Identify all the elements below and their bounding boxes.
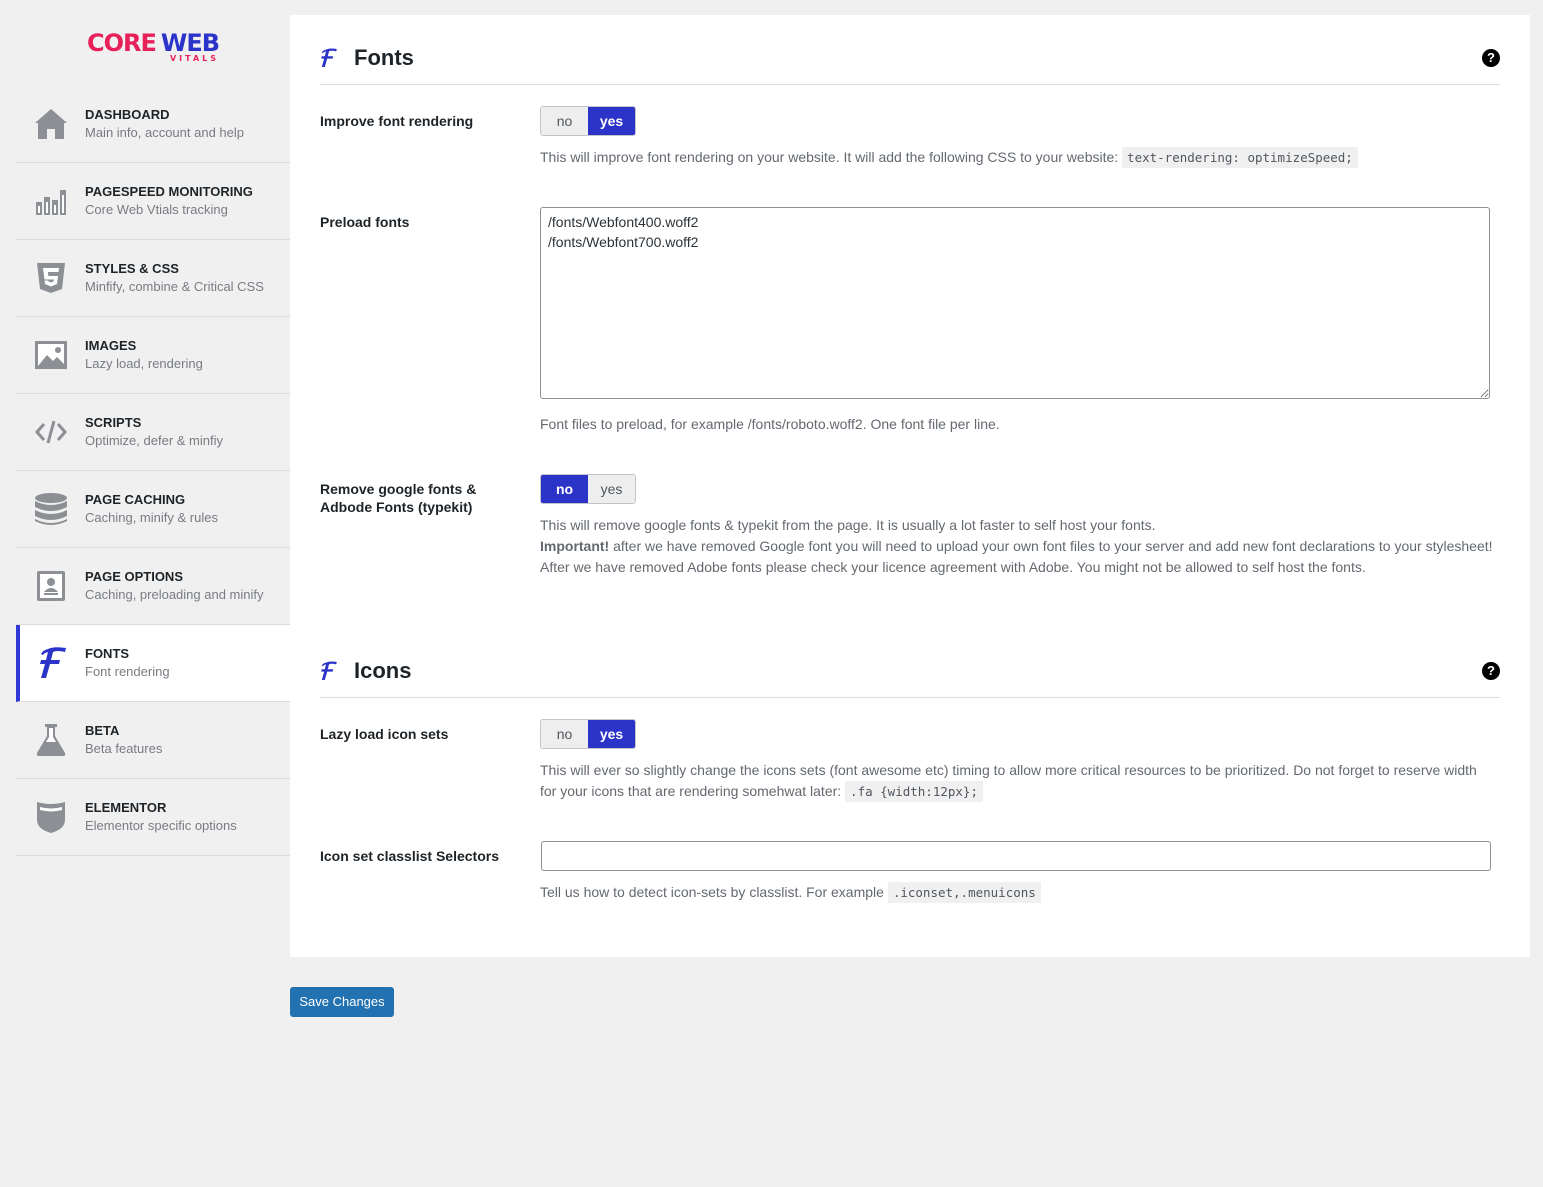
important-label: Important! — [540, 538, 610, 554]
database-icon — [16, 471, 85, 548]
image-icon — [16, 317, 85, 394]
toggle-yes-option[interactable]: yes — [588, 107, 635, 135]
remove-google-fonts-toggle[interactable]: no yes — [540, 474, 636, 504]
logo-sub-text: VITALS — [169, 54, 220, 63]
preload-fonts-textarea[interactable] — [540, 207, 1490, 399]
sidebar-item-elementor[interactable]: ELEMENTOR Elementor specific options — [16, 779, 290, 856]
page-options-icon — [16, 548, 85, 625]
remove-google-fonts-description: This will remove google fonts & typekit … — [540, 515, 1500, 578]
icons-section-header: Icons ? — [320, 644, 1500, 698]
logo-web-text: WEB — [160, 29, 220, 57]
font-icon — [320, 47, 344, 69]
toggle-yes-option[interactable]: yes — [588, 720, 635, 748]
sidebar-item-title: PAGESPEED MONITORING — [85, 184, 253, 199]
toggle-no-option[interactable]: no — [541, 475, 588, 503]
code-snippet: .iconset,.menuicons — [887, 882, 1041, 903]
sidebar-item-subtitle: Caching, preloading and minify — [85, 587, 264, 602]
logo[interactable]: CORE WEB VITALS — [16, 16, 290, 86]
sidebar-item-subtitle: Lazy load, rendering — [85, 356, 203, 371]
sidebar-item-title: PAGE CACHING — [85, 492, 186, 507]
sidebar-item-title: ELEMENTOR — [85, 800, 167, 815]
sidebar-item-dashboard[interactable]: DASHBOARD Main info, account and help — [16, 86, 290, 163]
lazy-load-icons-toggle[interactable]: no yes — [540, 719, 636, 749]
toggle-no-option[interactable]: no — [541, 720, 588, 748]
flask-icon — [16, 702, 85, 779]
logo-core-text: CORE — [86, 29, 157, 57]
sidebar-item-title: SCRIPTS — [85, 415, 142, 430]
sidebar-item-subtitle: Font rendering — [85, 664, 170, 679]
fonts-section-header: Fonts ? — [320, 31, 1500, 85]
icon-selectors-description: Tell us how to detect icon-sets by class… — [540, 882, 1041, 903]
font-icon — [20, 625, 85, 702]
description-line: After we have removed Adobe fonts please… — [540, 559, 1366, 575]
description-line: after we have removed Google font you wi… — [609, 538, 1493, 554]
sidebar-item-pagespeed[interactable]: PAGESPEED MONITORING Core Web Vtials trac… — [16, 163, 290, 240]
description-line: This will remove google fonts & typekit … — [540, 517, 1156, 533]
lazy-load-icons-label: Lazy load icon sets — [320, 726, 449, 742]
home-icon — [16, 86, 85, 163]
sidebar: CORE WEB VITALS DASHBOARD Main info, accou… — [16, 16, 290, 856]
bar-chart-icon — [16, 163, 85, 240]
code-snippet: .fa {width:12px}; — [845, 781, 983, 802]
toggle-yes-option[interactable]: yes — [588, 475, 635, 503]
sidebar-item-styles-css[interactable]: STYLES & CSS Minfify, combine & Critical … — [16, 240, 290, 317]
section-title: Icons — [354, 657, 412, 683]
sidebar-item-subtitle: Minfify, combine & Critical CSS — [85, 279, 264, 294]
sidebar-item-subtitle: Core Web Vtials tracking — [85, 202, 228, 217]
sidebar-item-title: FONTS — [85, 646, 130, 661]
css3-icon — [16, 240, 85, 317]
sidebar-item-fonts[interactable]: FONTS Font rendering — [16, 625, 290, 702]
remove-google-fonts-label: Remove google fonts & Adbode Fonts (type… — [320, 481, 477, 515]
improve-font-rendering-toggle[interactable]: no yes — [540, 106, 636, 136]
preload-fonts-label: Preload fonts — [320, 214, 410, 230]
description-text: This will ever so slightly change the ic… — [540, 762, 1477, 799]
settings-panel: Fonts ? Improve font rendering no yes Th… — [290, 15, 1530, 957]
sidebar-item-subtitle: Main info, account and help — [85, 125, 244, 140]
section-title: Fonts — [354, 44, 414, 70]
description-text: This will improve font rendering on your… — [540, 149, 1119, 165]
sidebar-item-title: IMAGES — [85, 338, 137, 353]
elementor-icon — [16, 779, 85, 856]
sidebar-item-subtitle: Elementor specific options — [85, 818, 237, 833]
sidebar-item-title: PAGE OPTIONS — [85, 569, 183, 584]
sidebar-item-title: DASHBOARD — [85, 107, 170, 122]
preload-fonts-description: Font files to preload, for example /font… — [540, 416, 1000, 432]
icon-selectors-input[interactable] — [541, 841, 1491, 871]
sidebar-item-scripts[interactable]: SCRIPTS Optimize, defer & minfiy — [16, 394, 290, 471]
sidebar-item-subtitle: Optimize, defer & minfiy — [85, 433, 223, 448]
sidebar-item-subtitle: Caching, minify & rules — [85, 510, 218, 525]
lazy-load-icons-description: This will ever so slightly change the ic… — [540, 760, 1495, 802]
sidebar-item-page-caching[interactable]: PAGE CACHING Caching, minify & rules — [16, 471, 290, 548]
sidebar-item-images[interactable]: IMAGES Lazy load, rendering — [16, 317, 290, 394]
improve-font-rendering-description: This will improve font rendering on your… — [540, 147, 1358, 168]
sidebar-item-title: BETA — [85, 723, 120, 738]
sidebar-item-beta[interactable]: BETA Beta features — [16, 702, 290, 779]
sidebar-item-page-options[interactable]: PAGE OPTIONS Caching, preloading and mini… — [16, 548, 290, 625]
icon-selectors-label: Icon set classlist Selectors — [320, 848, 499, 864]
improve-font-rendering-label: Improve font rendering — [320, 113, 474, 129]
font-icon — [320, 660, 344, 682]
sidebar-item-title: STYLES & CSS — [85, 261, 179, 276]
sidebar-nav: DASHBOARD Main info, account and help PAG… — [16, 86, 290, 856]
save-changes-button[interactable]: Save Changes — [290, 987, 394, 1017]
code-snippet: text-rendering: optimizeSpeed; — [1122, 147, 1358, 168]
code-icon — [16, 394, 85, 471]
description-text: Tell us how to detect icon-sets by class… — [540, 884, 884, 900]
toggle-no-option[interactable]: no — [541, 107, 588, 135]
sidebar-item-subtitle: Beta features — [85, 741, 163, 756]
help-icon[interactable]: ? — [1482, 661, 1500, 680]
help-icon[interactable]: ? — [1482, 48, 1500, 67]
